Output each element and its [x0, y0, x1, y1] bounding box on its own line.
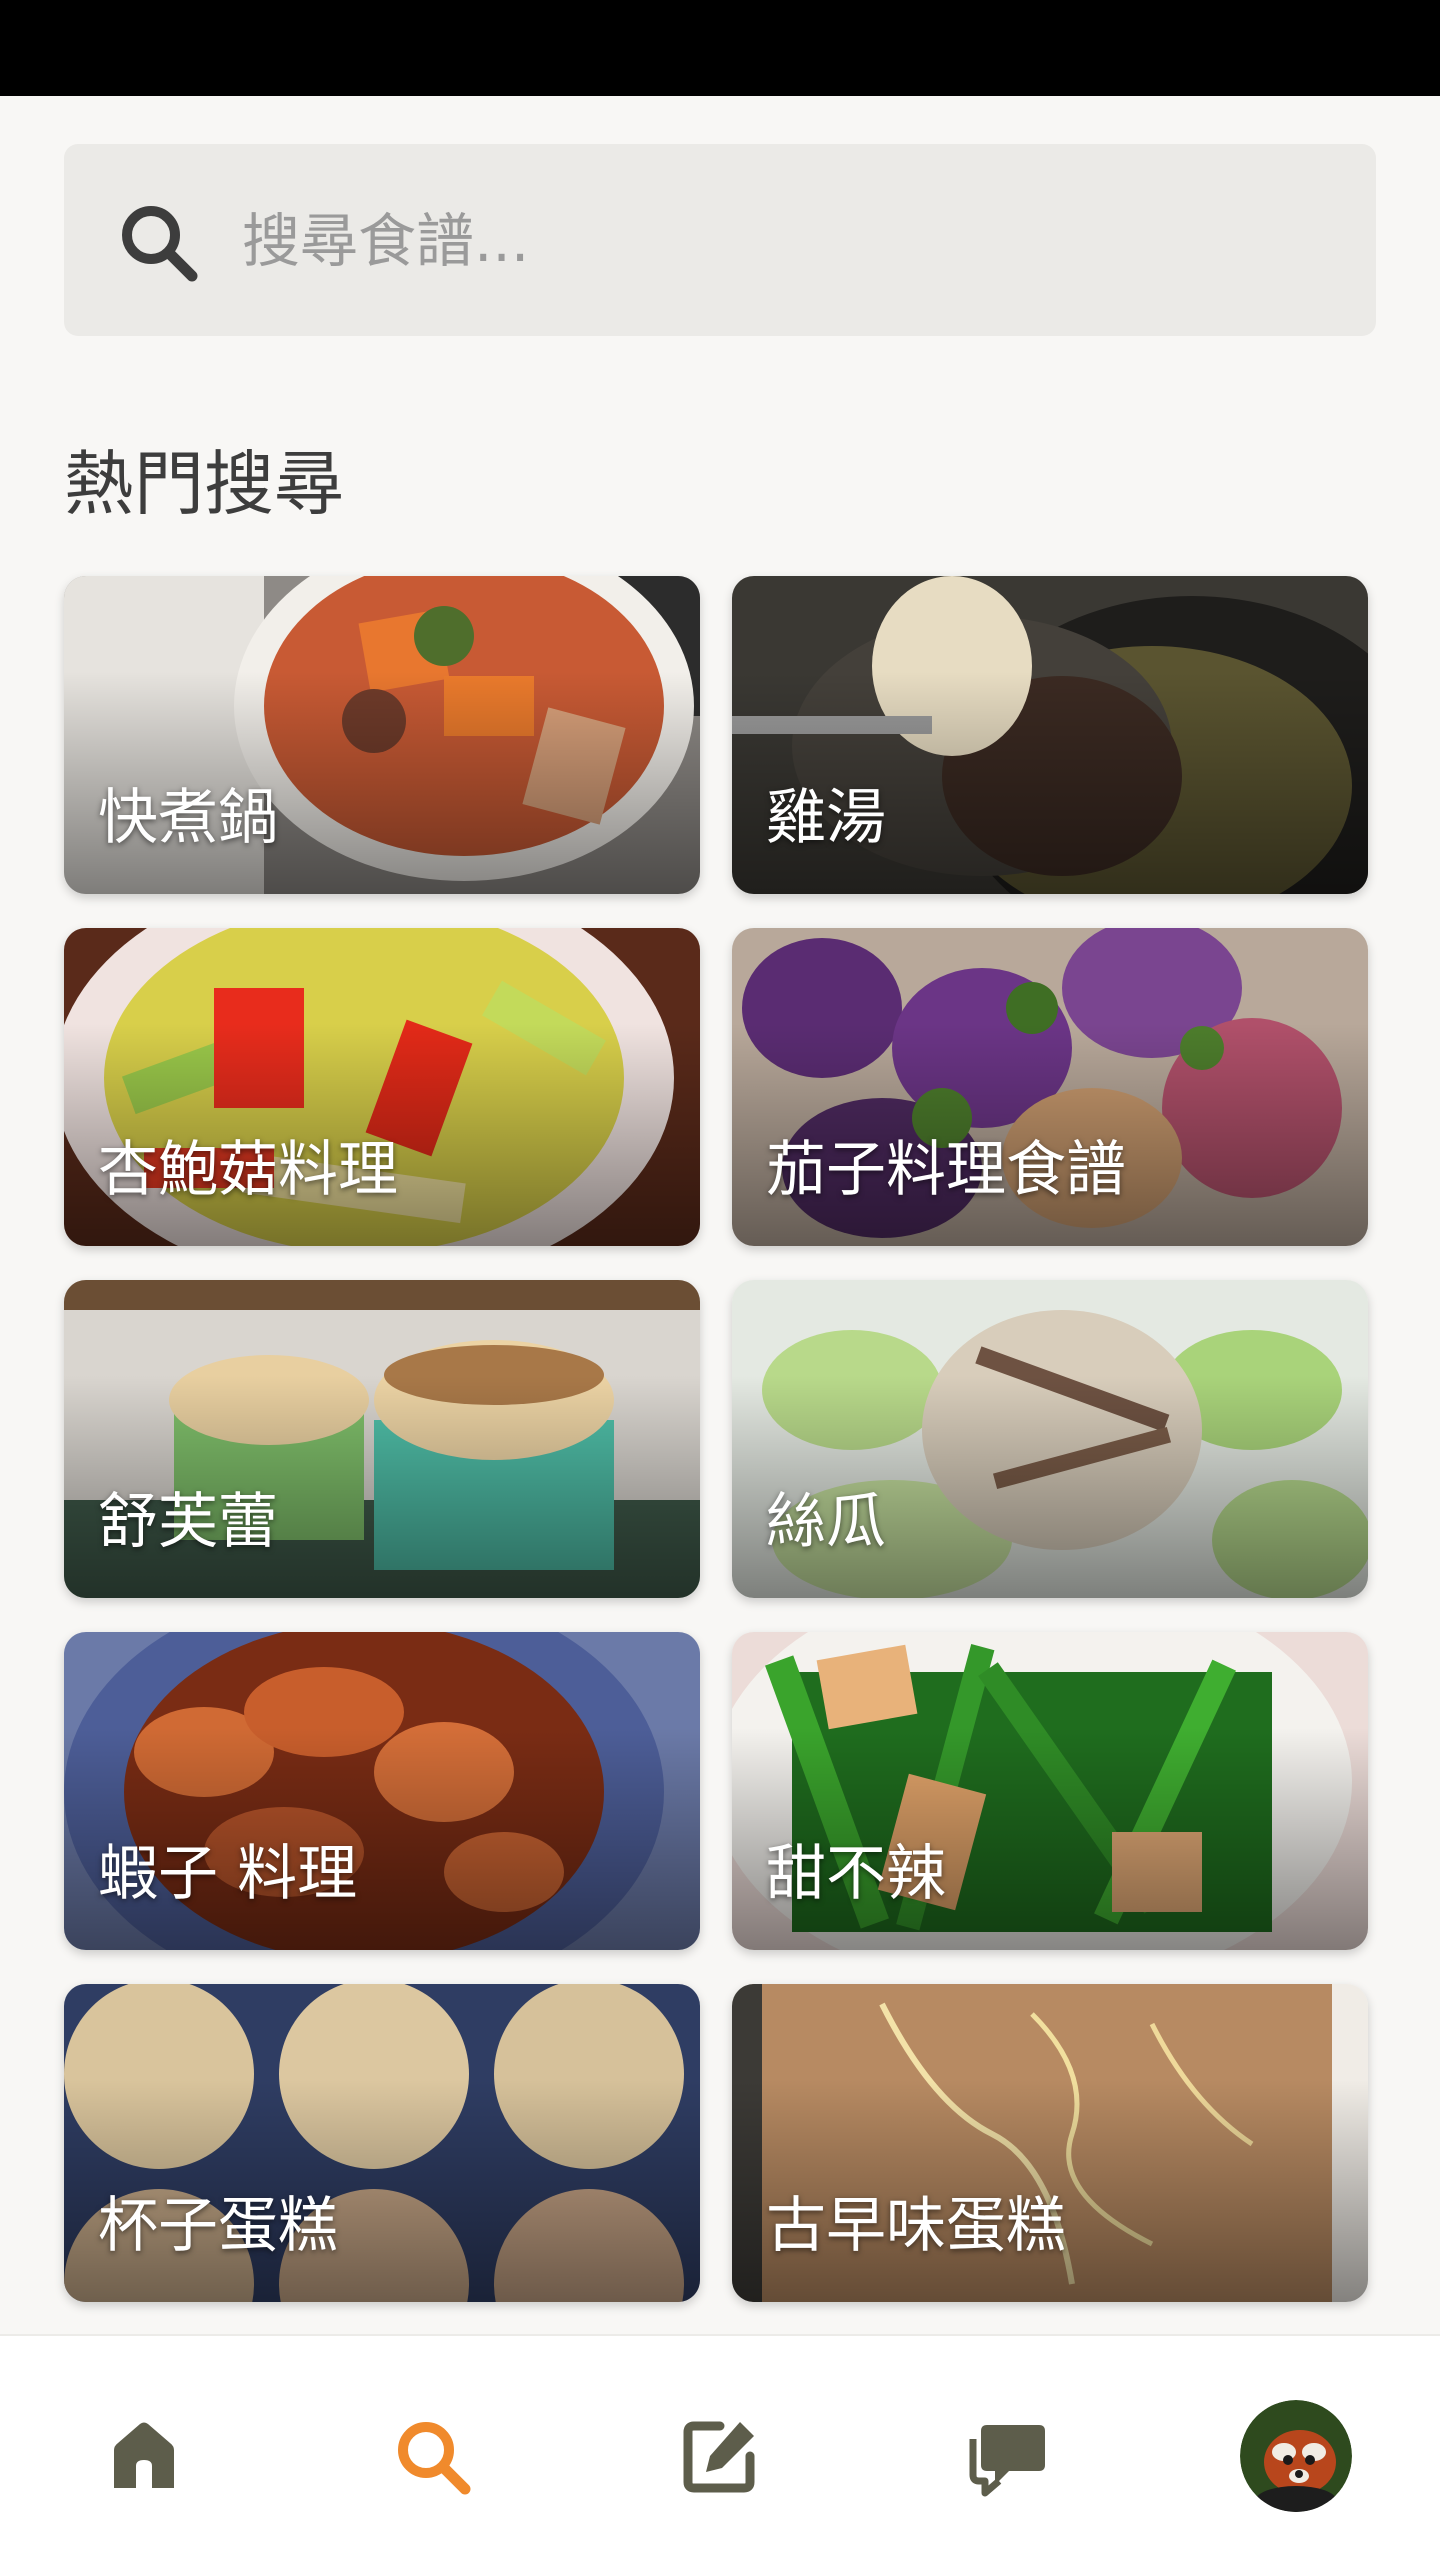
search-icon	[398, 2422, 471, 2495]
profile-avatar	[1240, 2400, 1352, 2512]
tile-label: 杯子蛋糕	[98, 2191, 338, 2261]
nav-messages[interactable]	[948, 2396, 1068, 2516]
nav-search[interactable]	[372, 2396, 492, 2516]
search-icon	[122, 206, 198, 282]
recipe-tile[interactable]: 舒芙蕾	[64, 1280, 700, 1598]
recipe-tile[interactable]: 雞湯	[732, 576, 1368, 894]
tile-label: 蝦子 料理	[98, 1839, 358, 1909]
section-title: 熱門搜尋	[64, 443, 344, 525]
tile-label: 舒芙蕾	[98, 1487, 278, 1557]
tile-label: 古早味蛋糕	[766, 2191, 1066, 2261]
popular-search-grid: 快煮鍋 雞湯 杏鮑菇料理 茄子料理食譜 舒芙蕾 絲瓜 蝦子 料理 甜不辣 杯子蛋…	[64, 576, 1368, 2302]
nav-profile[interactable]	[1236, 2396, 1356, 2516]
tile-label: 甜不辣	[766, 1839, 946, 1909]
status-bar	[0, 0, 1440, 96]
tile-label: 茄子料理食譜	[766, 1135, 1126, 1205]
recipe-tile[interactable]: 杯子蛋糕	[64, 1984, 700, 2302]
recipe-tile[interactable]: 古早味蛋糕	[732, 1984, 1368, 2302]
recipe-tile[interactable]: 杏鮑菇料理	[64, 928, 700, 1246]
recipe-tile[interactable]: 快煮鍋	[64, 576, 700, 894]
search-input[interactable]	[240, 190, 1344, 292]
tile-label: 雞湯	[766, 783, 886, 853]
chat-icon	[969, 2425, 1045, 2497]
tile-label: 絲瓜	[766, 1487, 886, 1557]
nav-home[interactable]	[84, 2396, 204, 2516]
tile-label: 杏鮑菇料理	[98, 1135, 398, 1205]
recipe-tile[interactable]: 甜不辣	[732, 1632, 1368, 1950]
recipe-tile[interactable]: 茄子料理食譜	[732, 928, 1368, 1246]
nav-write[interactable]	[660, 2396, 780, 2516]
recipe-tile[interactable]: 絲瓜	[732, 1280, 1368, 1598]
home-icon	[114, 2422, 174, 2488]
tile-label: 快煮鍋	[98, 783, 278, 853]
edit-icon	[683, 2421, 755, 2493]
recipe-tile[interactable]: 蝦子 料理	[64, 1632, 700, 1950]
bottom-nav	[0, 2334, 1440, 2562]
